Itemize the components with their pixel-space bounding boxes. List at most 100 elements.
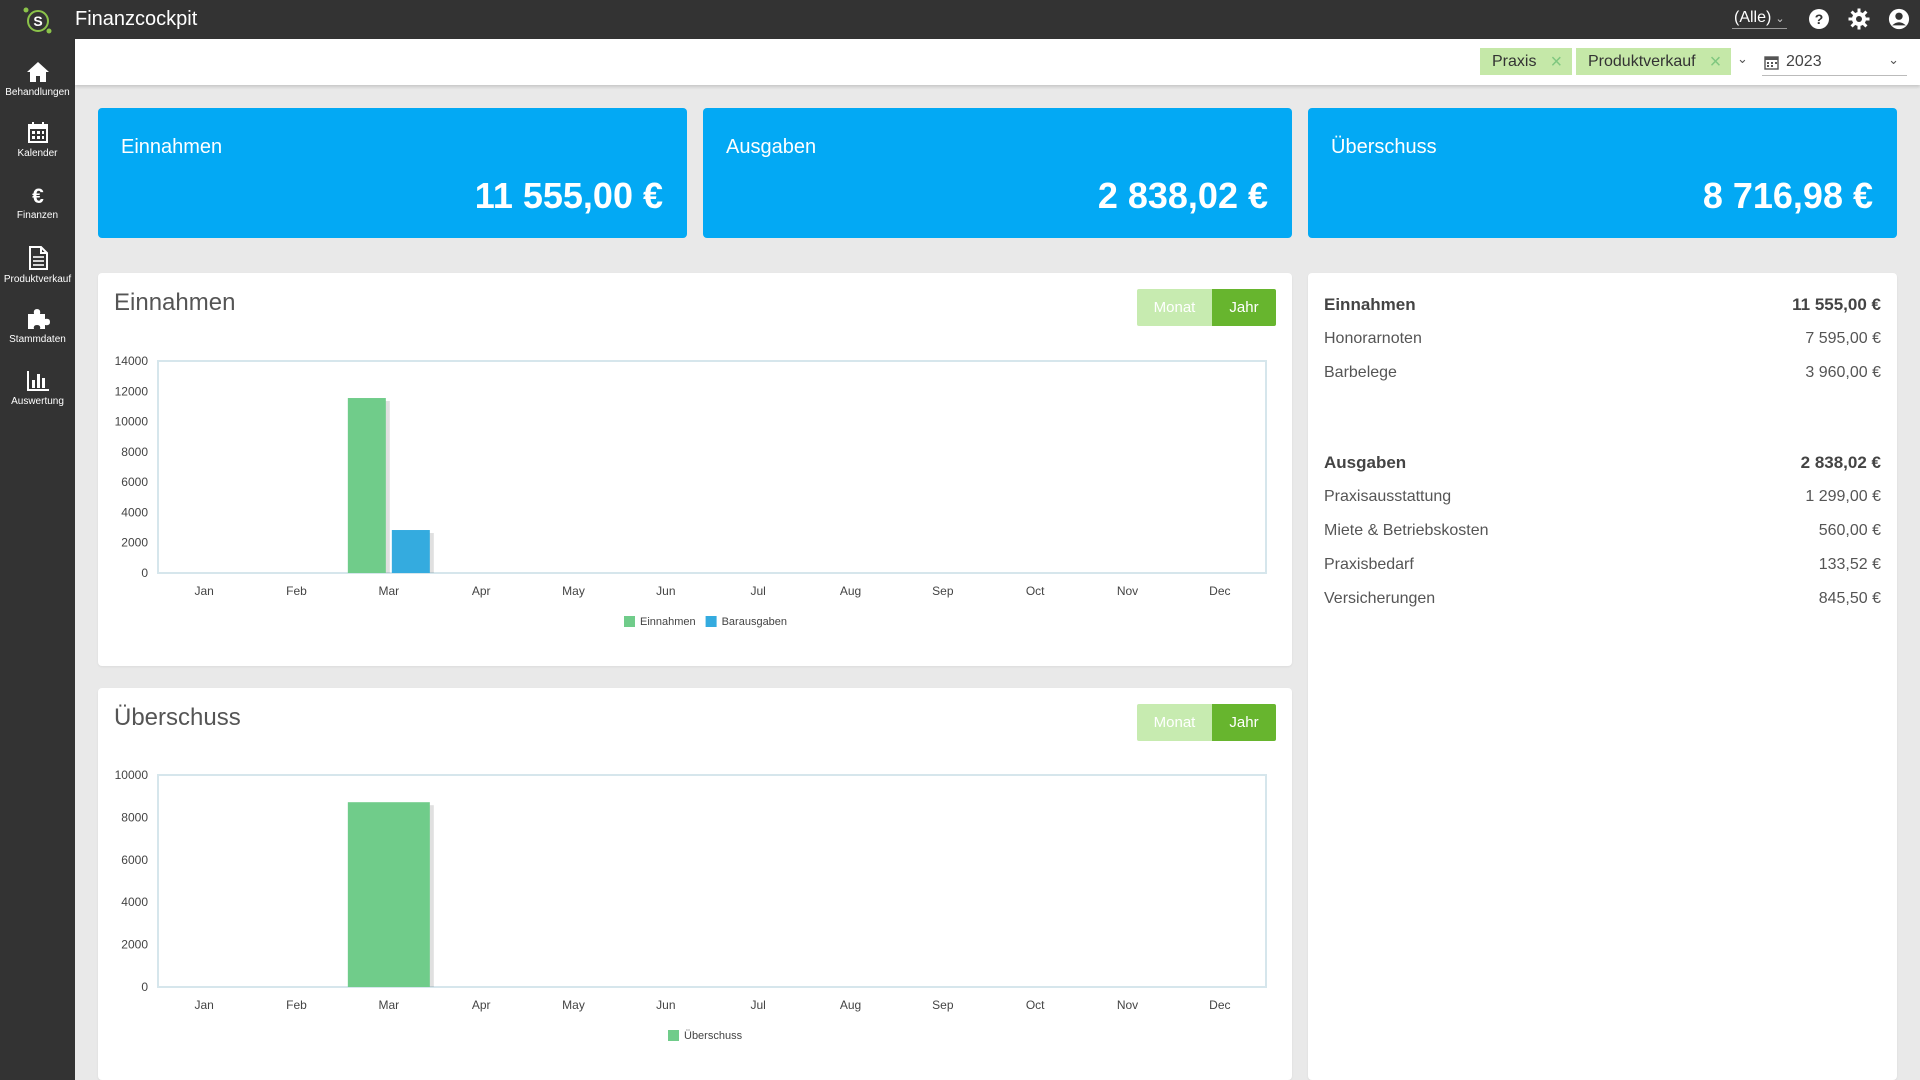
y-tick-label: 6000 xyxy=(121,853,148,867)
app-logo[interactable]: S xyxy=(22,5,52,35)
y-tick-label: 8000 xyxy=(121,810,148,824)
home-icon xyxy=(26,62,49,82)
surplus-bar-chart: 0 2000 4000 6000 8000 10000 Jan Feb Mar Apr May Jun… xyxy=(115,768,1267,1042)
y-tick-label: 12000 xyxy=(115,384,149,398)
close-icon[interactable]: × xyxy=(1550,52,1562,72)
bar[interactable] xyxy=(391,530,430,573)
top-bar: S Finanzcockpit (Alle) ⌄ ? xyxy=(0,0,1920,39)
summary-item-label: Miete & Betriebskosten xyxy=(1324,522,1489,539)
summary-item-label: Praxisausstattung xyxy=(1324,488,1452,505)
app-title: Finanzcockpit xyxy=(75,8,198,30)
x-tick-label: Feb xyxy=(286,584,307,598)
summary-item-amount: 133,52 € xyxy=(1818,556,1881,573)
legend-swatch xyxy=(705,616,717,627)
year-value: 2023 xyxy=(1786,53,1822,70)
sidebar-item-auswertung[interactable]: Auswertung xyxy=(0,370,75,430)
x-tick-label: Jul xyxy=(750,584,765,598)
x-tick-label: Nov xyxy=(1117,584,1138,598)
period-toggle: Monat Jahr xyxy=(1137,704,1276,741)
year-select[interactable]: 2023 ⌄ xyxy=(1762,51,1907,76)
y-tick-label: 6000 xyxy=(121,475,148,489)
sidebar: Behandlungen Kalender € Finanzen Produkt… xyxy=(0,39,75,1080)
summary-total: 2 838,02 € xyxy=(1800,453,1881,472)
sidebar-item-label: Kalender xyxy=(17,148,58,159)
x-tick-label: Mar xyxy=(378,998,399,1012)
card-title: Überschuss xyxy=(114,704,241,731)
summary-row: Miete & Betriebskosten 560,00 € xyxy=(1324,522,1881,546)
y-tick-label: 0 xyxy=(141,980,148,994)
x-tick-label: Mar xyxy=(378,584,399,598)
x-tick-label: Jul xyxy=(750,998,765,1012)
y-tick-label: 2000 xyxy=(121,938,148,952)
x-tick-label: Feb xyxy=(286,998,307,1012)
puzzle-icon xyxy=(27,309,50,329)
toggle-month-button[interactable]: Monat xyxy=(1137,704,1212,741)
kpi-value: 11 555,00 € xyxy=(474,175,663,216)
chevron-down-icon[interactable]: ⌄ xyxy=(1737,51,1748,67)
legend-label[interactable]: Einnahmen xyxy=(640,616,696,628)
filter-chip-produktverkauf[interactable]: Produktverkauf × xyxy=(1576,48,1731,75)
summary-row: Honorarnoten 7 595,00 € xyxy=(1324,330,1881,354)
filter-chip-label: Praxis xyxy=(1492,52,1537,70)
close-icon[interactable]: × xyxy=(1710,52,1722,72)
summary-income-header: Einnahmen 11 555,00 € xyxy=(1324,295,1881,319)
summary-item-amount: 1 299,00 € xyxy=(1805,488,1881,505)
sidebar-item-produktverkauf[interactable]: Produktverkauf xyxy=(0,246,75,306)
sidebar-item-stammdaten[interactable]: Stammdaten xyxy=(0,308,75,368)
sidebar-item-label: Auswertung xyxy=(11,396,64,407)
sidebar-item-behandlungen[interactable]: Behandlungen xyxy=(0,61,75,121)
summary-expenses-header: Ausgaben 2 838,02 € xyxy=(1324,453,1881,477)
x-tick-label: Apr xyxy=(472,584,491,598)
y-tick-label: 4000 xyxy=(121,505,148,519)
gear-icon[interactable] xyxy=(1848,8,1870,30)
income-bar-chart: 0 2000 4000 6000 8000 10000 12000 14000 Jan Feb Ma… xyxy=(115,354,1267,628)
summary-row: Versicherungen 845,50 € xyxy=(1324,590,1881,614)
x-tick-label: Oct xyxy=(1026,998,1045,1012)
y-tick-label: 10000 xyxy=(115,415,149,429)
kpi-tile-ausgaben: Ausgaben 2 838,02 € xyxy=(703,108,1292,238)
plot-frame xyxy=(157,360,1267,574)
toggle-year-button[interactable]: Jahr xyxy=(1212,289,1276,326)
summary-item-label: Praxisbedarf xyxy=(1324,556,1414,573)
user-account-icon[interactable] xyxy=(1888,8,1910,30)
kpi-value: 2 838,02 € xyxy=(1097,175,1268,216)
summary-label: Ausgaben xyxy=(1324,453,1407,472)
filter-chip-label: Produktverkauf xyxy=(1588,52,1696,70)
sidebar-item-kalender[interactable]: Kalender xyxy=(0,122,75,182)
x-tick-label: Jun xyxy=(656,998,675,1012)
y-tick-label: 14000 xyxy=(115,354,149,368)
summary-row: Praxisausstattung 1 299,00 € xyxy=(1324,488,1881,512)
y-tick-label: 2000 xyxy=(121,536,148,550)
kpi-value: 8 716,98 € xyxy=(1702,175,1873,216)
summary-item-amount: 845,50 € xyxy=(1818,590,1881,607)
summary-item-amount: 7 595,00 € xyxy=(1805,330,1881,347)
summary-label: Einnahmen xyxy=(1324,295,1416,314)
legend-label[interactable]: Barausgaben xyxy=(722,616,787,628)
calendar-icon xyxy=(27,122,48,143)
svg-text:S: S xyxy=(33,13,42,29)
global-filter-select[interactable]: (Alle) ⌄ xyxy=(1732,9,1787,29)
kpi-tile-einnahmen: Einnahmen 11 555,00 € xyxy=(98,108,687,238)
kpi-label: Überschuss xyxy=(1331,136,1437,158)
surplus-chart-card: 0 2000 4000 6000 8000 10000 Jan Feb Mar Apr May Jun… xyxy=(98,688,1292,1080)
filter-chip-praxis[interactable]: Praxis × xyxy=(1480,48,1572,75)
x-tick-label: Aug xyxy=(840,998,861,1012)
legend-label[interactable]: Überschuss xyxy=(684,1030,743,1042)
x-tick-label: Dec xyxy=(1209,998,1230,1012)
kpi-label: Einnahmen xyxy=(121,136,223,158)
kpi-label: Ausgaben xyxy=(726,136,817,158)
summary-panel: Einnahmen 11 555,00 € Honorarnoten 7 595… xyxy=(1308,273,1897,1080)
x-tick-label: Aug xyxy=(840,584,861,598)
sidebar-item-finanzen[interactable]: € Finanzen xyxy=(0,184,75,244)
chevron-down-icon: ⌄ xyxy=(1775,13,1785,25)
svg-text:€: € xyxy=(32,185,44,206)
bar[interactable] xyxy=(347,398,386,573)
toggle-year-button[interactable]: Jahr xyxy=(1212,704,1276,741)
toggle-month-button[interactable]: Monat xyxy=(1137,289,1212,326)
filter-bar: Praxis × Produktverkauf × ⌄ 2023 ⌄ xyxy=(75,39,1920,85)
x-tick-label: May xyxy=(562,584,585,598)
bar[interactable] xyxy=(347,802,430,987)
svg-text:?: ? xyxy=(1815,11,1824,27)
x-tick-label: Apr xyxy=(472,998,491,1012)
help-icon[interactable]: ? xyxy=(1808,8,1830,30)
